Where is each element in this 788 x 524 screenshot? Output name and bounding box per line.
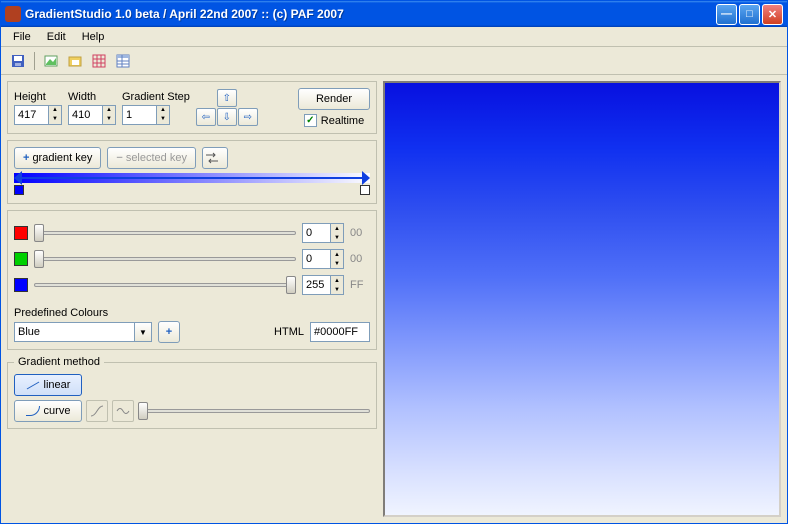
add-key-button[interactable]: +gradient key [14, 147, 101, 169]
width-label: Width [68, 91, 116, 103]
direction-arrows: ⇧ ⇦ ⇩ ⇨ [196, 89, 258, 126]
curve-icon [26, 406, 40, 416]
predefined-input[interactable] [14, 322, 134, 342]
swap-icon [205, 152, 219, 164]
step-spinner[interactable]: ▲▼ [122, 105, 190, 125]
height-label: Height [14, 91, 62, 103]
red-up[interactable]: ▲ [331, 224, 343, 233]
blue-spinner[interactable]: ▲▼ [302, 275, 344, 295]
separator [34, 52, 35, 70]
red-down[interactable]: ▼ [331, 233, 343, 242]
step-up[interactable]: ▲ [157, 106, 169, 115]
green-down[interactable]: ▼ [331, 259, 343, 268]
curve-type-s-icon[interactable] [86, 400, 108, 422]
height-up[interactable]: ▲ [49, 106, 61, 115]
red-hex: 00 [350, 227, 370, 239]
linear-icon [26, 381, 39, 389]
red-swatch [14, 226, 28, 240]
width-input[interactable] [68, 105, 102, 125]
checkbox-icon[interactable]: ✓ [304, 114, 317, 127]
arrow-left-icon[interactable]: ⇦ [196, 108, 216, 126]
folder-image-icon[interactable] [64, 50, 86, 72]
gradient-start-handle[interactable] [14, 171, 22, 185]
toolbar [1, 47, 787, 75]
blue-down[interactable]: ▼ [331, 285, 343, 294]
red-slider[interactable] [34, 224, 296, 242]
menu-help[interactable]: Help [74, 29, 113, 45]
plus-icon: + [23, 152, 29, 164]
green-input[interactable] [302, 249, 330, 269]
green-spinner[interactable]: ▲▼ [302, 249, 344, 269]
combo-dropdown-icon[interactable]: ▼ [134, 322, 152, 342]
dimensions-group: Height ▲▼ Width ▲▼ Gra [7, 81, 377, 134]
arrow-down-icon[interactable]: ⇩ [217, 108, 237, 126]
width-spinner[interactable]: ▲▼ [68, 105, 116, 125]
app-icon [5, 6, 21, 22]
left-panel: Height ▲▼ Width ▲▼ Gra [7, 81, 377, 517]
gradient-preview-bar[interactable] [14, 173, 370, 183]
gradient-key-start[interactable] [14, 185, 24, 195]
image-icon[interactable] [40, 50, 62, 72]
realtime-checkbox[interactable]: ✓ Realtime [304, 114, 364, 127]
menu-file[interactable]: File [5, 29, 39, 45]
step-down[interactable]: ▼ [157, 115, 169, 124]
predefined-label: Predefined Colours [14, 307, 108, 319]
red-input[interactable] [302, 223, 330, 243]
green-slider-row: ▲▼ 00 [14, 249, 370, 269]
gradient-key-end[interactable] [360, 185, 370, 195]
render-button[interactable]: Render [298, 88, 370, 110]
app-window: GradientStudio 1.0 beta / April 22nd 200… [0, 0, 788, 524]
method-legend: Gradient method [14, 356, 104, 368]
menubar: File Edit Help [1, 27, 787, 47]
minus-icon: − [116, 152, 122, 164]
arrow-up-icon[interactable]: ⇧ [217, 89, 237, 107]
blue-swatch [14, 278, 28, 292]
titlebar[interactable]: GradientStudio 1.0 beta / April 22nd 200… [1, 1, 787, 27]
blue-up[interactable]: ▲ [331, 276, 343, 285]
curve-slider[interactable] [138, 402, 370, 420]
menu-edit[interactable]: Edit [39, 29, 74, 45]
gradient-keys-group: +gradient key −selected key [7, 140, 377, 204]
html-label: HTML [274, 326, 304, 338]
green-slider[interactable] [34, 250, 296, 268]
width-down[interactable]: ▼ [103, 115, 115, 124]
minimize-button[interactable]: — [716, 4, 737, 25]
red-slider-row: ▲▼ 00 [14, 223, 370, 243]
blue-slider[interactable] [34, 276, 296, 294]
curve-type-wave-icon[interactable] [112, 400, 134, 422]
step-input[interactable] [122, 105, 156, 125]
blue-slider-row: ▲▼ FF [14, 275, 370, 295]
width-up[interactable]: ▲ [103, 106, 115, 115]
grid-icon[interactable] [88, 50, 110, 72]
window-title: GradientStudio 1.0 beta / April 22nd 200… [25, 7, 716, 21]
predefined-combo[interactable]: ▼ [14, 322, 152, 342]
remove-key-button[interactable]: −selected key [107, 147, 196, 169]
green-hex: 00 [350, 253, 370, 265]
blue-input[interactable] [302, 275, 330, 295]
arrow-right-icon[interactable]: ⇨ [238, 108, 258, 126]
height-down[interactable]: ▼ [49, 115, 61, 124]
realtime-label: Realtime [321, 115, 364, 127]
red-spinner[interactable]: ▲▼ [302, 223, 344, 243]
swap-keys-button[interactable] [202, 147, 228, 169]
spreadsheet-icon[interactable] [112, 50, 134, 72]
method-group: Gradient method linear curve [7, 356, 377, 429]
content: Height ▲▼ Width ▲▼ Gra [1, 75, 787, 523]
green-swatch [14, 252, 28, 266]
blue-hex: FF [350, 279, 370, 291]
close-button[interactable]: ✕ [762, 4, 783, 25]
html-color-input[interactable] [310, 322, 370, 342]
height-spinner[interactable]: ▲▼ [14, 105, 62, 125]
curve-button[interactable]: curve [14, 400, 82, 422]
gradient-preview [383, 81, 781, 517]
rgb-group: ▲▼ 00 ▲▼ 00 ▲▼ FF Predefined Colours [7, 210, 377, 350]
linear-button[interactable]: linear [14, 374, 82, 396]
add-predefined-button[interactable]: + [158, 321, 180, 343]
maximize-button[interactable]: □ [739, 4, 760, 25]
height-input[interactable] [14, 105, 48, 125]
step-label: Gradient Step [122, 91, 190, 103]
gradient-end-handle[interactable] [362, 171, 370, 185]
green-up[interactable]: ▲ [331, 250, 343, 259]
save-icon[interactable] [7, 50, 29, 72]
